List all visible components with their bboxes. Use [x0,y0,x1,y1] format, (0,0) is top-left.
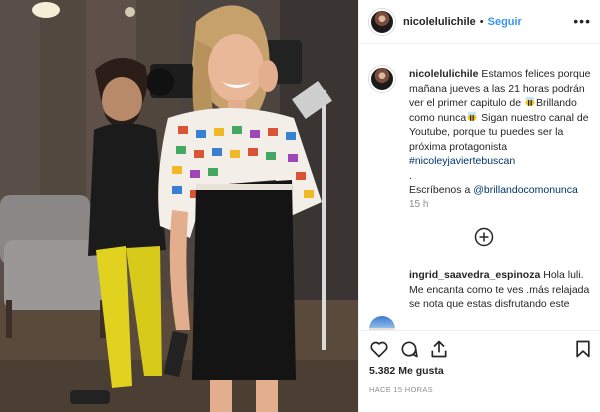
caption-text-part-4: Escríbenos a [409,184,474,196]
bookmark-icon[interactable] [573,339,593,359]
caption-dot-line: . [409,169,412,182]
bee-emoji-icon [467,111,477,121]
post-header: nicolelulichile • Seguir ••• [359,0,600,44]
post-photo[interactable] [0,0,358,412]
caption-timestamp[interactable]: 15 h [409,199,428,210]
caption-mention[interactable]: @brillandocomonunca [473,184,578,196]
bee-emoji-icon [525,97,535,106]
header-separator: • [479,15,484,28]
commenter-avatar[interactable] [369,316,395,330]
commenter-username[interactable]: ingrid_saavedra_espinoza [409,269,540,281]
heart-icon[interactable] [369,339,389,359]
share-icon[interactable] [429,339,449,359]
comments-section[interactable]: nicolelulichile Estamos felices porque m… [359,44,600,330]
post-details-panel: nicolelulichile • Seguir ••• nicolelulic… [358,0,600,412]
comment-icon[interactable] [399,339,419,359]
post-time[interactable]: HACE 15 HORAS [369,385,433,394]
plus-circle-icon[interactable] [474,227,494,247]
caption-username[interactable]: nicolelulichile [409,68,478,80]
likes-count[interactable]: 5.382 Me gusta [369,365,444,377]
author-username[interactable]: nicolelulichile [403,16,476,28]
author-avatar[interactable] [369,8,395,35]
more-options-icon[interactable]: ••• [573,13,591,29]
caption-text: nicolelulichile Estamos felices porque m… [409,67,595,198]
caption-author-avatar[interactable] [369,66,395,92]
action-icons [369,339,593,361]
caption-hashtag[interactable]: #nicoleyjaviertebuscan [409,155,515,167]
post-actions: 5.382 Me gusta HACE 15 HORAS [359,330,600,412]
comment-text: ingrid_saavedra_espinoza Hola luli. Me e… [409,268,595,312]
photo-illustration [0,0,358,412]
follow-button[interactable]: Seguir [488,16,522,28]
